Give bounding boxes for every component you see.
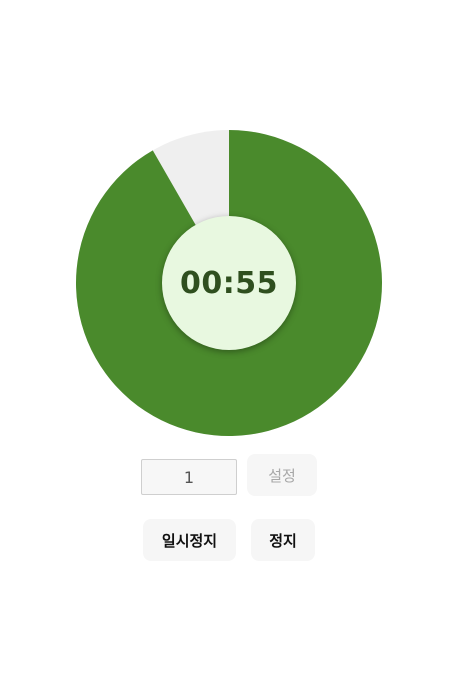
set-button[interactable]: 설정 — [247, 454, 317, 496]
pause-button[interactable]: 일시정지 — [143, 519, 236, 561]
stop-button[interactable]: 정지 — [251, 519, 315, 561]
time-display: 00:55 — [180, 265, 278, 301]
minutes-input[interactable] — [141, 459, 237, 495]
timer-center-disc: 00:55 — [162, 216, 296, 350]
timer-dial: 00:55 — [76, 130, 382, 436]
